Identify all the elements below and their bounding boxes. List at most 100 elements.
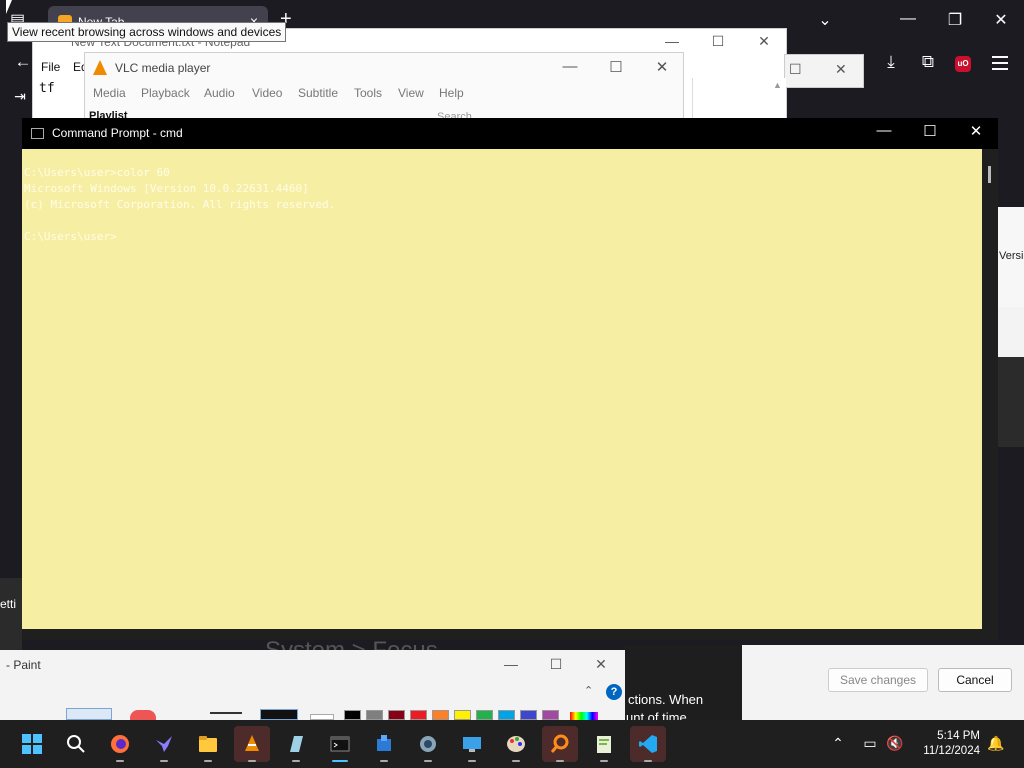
network-icon[interactable]: ▭ <box>860 735 880 752</box>
cmd-window-icon <box>31 128 44 139</box>
running-indicator <box>556 760 564 762</box>
running-indicator <box>292 760 300 762</box>
taskbar-vlc[interactable] <box>234 726 270 762</box>
cmd-titlebar[interactable]: Command Prompt - cmd — ☐ ✕ <box>22 118 998 149</box>
settings-window-edge <box>997 207 1024 447</box>
scroll-up-icon[interactable]: ▲ <box>773 80 782 90</box>
taskbar-remote-desktop[interactable] <box>454 726 490 762</box>
color-swatch[interactable] <box>454 710 471 720</box>
system-clock[interactable]: 5:14 PM 11/12/2024 <box>908 729 980 759</box>
color-swatch[interactable] <box>388 710 405 720</box>
settings-left-text: etti <box>0 597 17 611</box>
magnifier-app-icon <box>550 734 569 753</box>
taskbar-package-app[interactable] <box>366 726 402 762</box>
browser-maximize-button[interactable]: ❐ <box>940 10 970 30</box>
notepad-plus-icon <box>597 736 611 753</box>
package-icon <box>377 735 391 751</box>
cmd-line: C:\Users\user>color 60 <box>24 166 170 179</box>
paint-title: - Paint <box>6 658 41 672</box>
color-swatch[interactable] <box>366 710 383 720</box>
color-swatch[interactable] <box>344 710 361 720</box>
paint-maximize-button[interactable]: ☐ <box>541 656 571 673</box>
color-swatch[interactable] <box>432 710 449 720</box>
notepad-close-button[interactable]: ✕ <box>749 33 779 50</box>
show-hidden-icons-chevron[interactable]: ⌃ <box>828 735 848 752</box>
volume-muted-icon[interactable]: 🔇 <box>885 735 905 752</box>
color-swatch[interactable] <box>520 710 537 720</box>
shapes-icon[interactable] <box>130 710 156 720</box>
browser-minimize-button[interactable]: — <box>893 10 923 28</box>
start-button[interactable] <box>14 726 50 762</box>
vlc-menu-help[interactable]: Help <box>439 86 464 100</box>
cancel-button[interactable]: Cancel <box>938 668 1012 692</box>
cmd-close-button[interactable]: ✕ <box>956 122 996 140</box>
bird-app-icon <box>156 736 172 752</box>
settings-panel-dark <box>997 357 1024 447</box>
vlc-menu-tools[interactable]: Tools <box>354 86 382 100</box>
notification-bell-icon[interactable]: 🔔 <box>986 735 1006 752</box>
cmd-title: Command Prompt - cmd <box>52 126 183 140</box>
vlc-menu-media[interactable]: Media <box>93 86 126 100</box>
list-all-tabs-icon[interactable]: ⌄ <box>810 10 840 30</box>
sign-in-icon[interactable]: ⇥ <box>7 88 33 105</box>
cmd-console[interactable]: C:\Users\user>color 60 Microsoft Windows… <box>22 149 982 629</box>
ribbon-collapse-icon[interactable]: ⌃ <box>584 684 593 697</box>
color-1-selected[interactable] <box>260 709 298 720</box>
save-changes-button[interactable]: Save changes <box>828 668 928 692</box>
terminal-icon <box>330 736 350 752</box>
cmd-minimize-button[interactable]: — <box>864 122 904 139</box>
color-swatch[interactable] <box>476 710 493 720</box>
color-swatch[interactable] <box>410 710 427 720</box>
taskbar-settings[interactable] <box>410 726 446 762</box>
download-icon[interactable]: ⤓ <box>878 52 904 72</box>
taskbar-search-button[interactable] <box>58 726 94 762</box>
notepad-minimize-button[interactable]: — <box>657 33 687 49</box>
browser-close-button[interactable]: ✕ <box>986 10 1016 30</box>
notepad-maximize-button[interactable]: ☐ <box>703 33 733 50</box>
vlc-menu-playback[interactable]: Playback <box>141 86 190 100</box>
color-swatch[interactable] <box>498 710 515 720</box>
taskbar-bird-app[interactable] <box>146 726 182 762</box>
taskbar-paint[interactable] <box>498 726 534 762</box>
vlc-cone-icon <box>93 60 107 75</box>
taskbar-notepad-plus[interactable] <box>586 726 622 762</box>
cmd-scrollbar-thumb[interactable] <box>988 166 991 183</box>
cmd-maximize-button[interactable]: ☐ <box>910 122 950 140</box>
paint-minimize-button[interactable]: — <box>496 656 526 672</box>
notepad-menu-file[interactable]: File <box>41 60 60 74</box>
settings-description-panel <box>624 645 742 720</box>
gear-icon <box>420 736 436 752</box>
taskbar-file-explorer[interactable] <box>190 726 226 762</box>
vlc-menu-video[interactable]: Video <box>252 86 282 100</box>
menu-hamburger-icon[interactable] <box>992 56 1008 74</box>
vscode-icon <box>639 735 657 753</box>
background-maximize-icon[interactable]: ☐ <box>789 61 802 78</box>
vlc-close-button[interactable]: ✕ <box>647 58 677 76</box>
paint-help-icon[interactable]: ? <box>606 684 622 700</box>
taskbar-firefox[interactable] <box>102 726 138 762</box>
background-close-icon[interactable]: ✕ <box>835 61 847 78</box>
vlc-minimize-button[interactable]: — <box>555 58 585 75</box>
running-indicator <box>512 760 520 762</box>
taskbar-search-tool[interactable] <box>542 726 578 762</box>
ublock-origin-icon[interactable]: uO <box>955 56 971 72</box>
taskbar-notepad[interactable] <box>278 726 314 762</box>
recent-browsing-tooltip: View recent browsing across windows and … <box>7 22 287 42</box>
brush-size-icon[interactable] <box>210 712 242 714</box>
search-icon <box>67 735 85 753</box>
select-tool[interactable] <box>66 708 112 720</box>
cmd-line: (c) Microsoft Corporation. All rights re… <box>24 198 336 211</box>
taskbar-terminal[interactable] <box>322 726 358 762</box>
notepad-content[interactable]: tf <box>39 81 55 96</box>
running-indicator <box>380 760 388 762</box>
color-swatch[interactable] <box>542 710 559 720</box>
paint-window: - Paint — ☐ ✕ ⌃ ? <box>0 650 625 720</box>
edit-colors-icon[interactable] <box>570 712 598 720</box>
taskbar-vscode[interactable] <box>630 726 666 762</box>
paint-close-button[interactable]: ✕ <box>586 656 616 673</box>
vlc-menu-subtitle[interactable]: Subtitle <box>298 86 338 100</box>
vlc-menu-view[interactable]: View <box>398 86 424 100</box>
vlc-menu-audio[interactable]: Audio <box>204 86 235 100</box>
vlc-maximize-button[interactable]: ☐ <box>601 58 631 76</box>
extensions-icon[interactable]: ⧉ <box>915 52 941 72</box>
